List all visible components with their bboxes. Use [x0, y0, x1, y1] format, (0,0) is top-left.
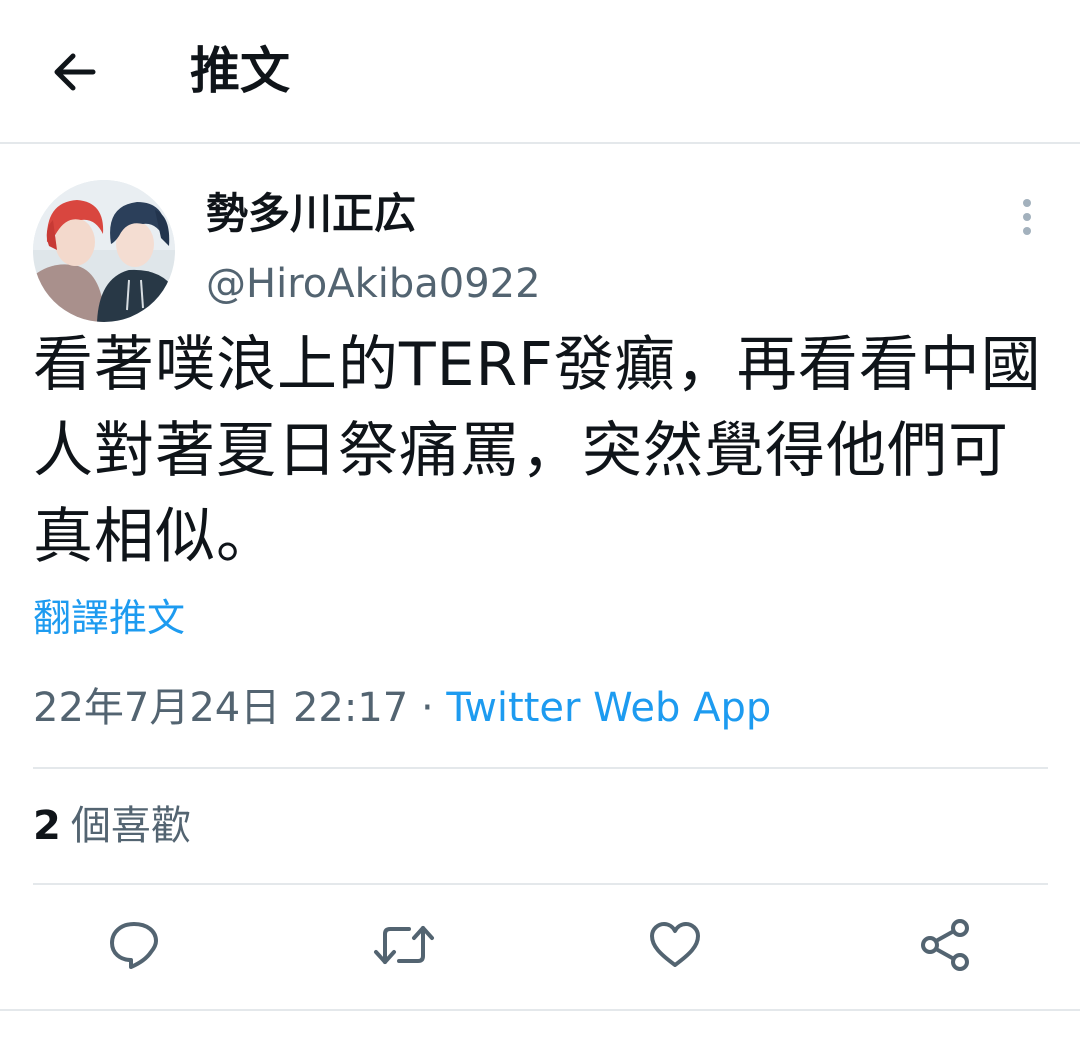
tweet-text: 看著噗浪上的TERF發癲，再看看中國人對著夏日祭痛罵，突然覺得他們可真相似。	[33, 330, 1042, 572]
author-display-name[interactable]: 勢多川正広	[206, 186, 416, 242]
divider	[33, 767, 1048, 769]
share-button[interactable]	[913, 915, 977, 979]
translate-tweet-link[interactable]: 翻譯推文	[33, 590, 185, 646]
like-icon	[648, 920, 702, 974]
tweet-timestamp[interactable]: 22年7月24日 22:17	[33, 685, 408, 731]
avatar[interactable]	[33, 180, 175, 322]
page-title: 推文	[190, 42, 290, 100]
retweet-icon	[373, 920, 435, 974]
meta-separator: ·	[420, 685, 434, 731]
arrow-left-icon	[51, 52, 97, 96]
likes-label: 個喜歡	[70, 803, 191, 849]
retweet-button[interactable]	[372, 915, 436, 979]
reply-icon	[107, 919, 161, 975]
tweet-action-bar	[0, 885, 1080, 1011]
reply-button[interactable]	[102, 915, 166, 979]
author-handle[interactable]: @HiroAkiba0922	[206, 256, 541, 312]
more-options-button[interactable]	[1004, 196, 1050, 242]
tweet-source-link[interactable]: Twitter Web App	[446, 685, 771, 731]
tweet-detail-page: 推文 勢多川正広 @HiroAkiba0922 看著噗浪上的TERF發癲，再看看…	[0, 0, 1080, 1042]
likes-summary[interactable]: 2 個喜歡	[33, 796, 191, 856]
back-button[interactable]	[44, 44, 104, 104]
likes-count: 2	[33, 803, 61, 849]
top-bar: 推文	[0, 0, 1080, 144]
like-button[interactable]	[643, 915, 707, 979]
share-icon	[918, 918, 972, 976]
more-vertical-icon	[1021, 197, 1033, 241]
tweet-meta: 22年7月24日 22:17 · Twitter Web App	[33, 678, 771, 738]
